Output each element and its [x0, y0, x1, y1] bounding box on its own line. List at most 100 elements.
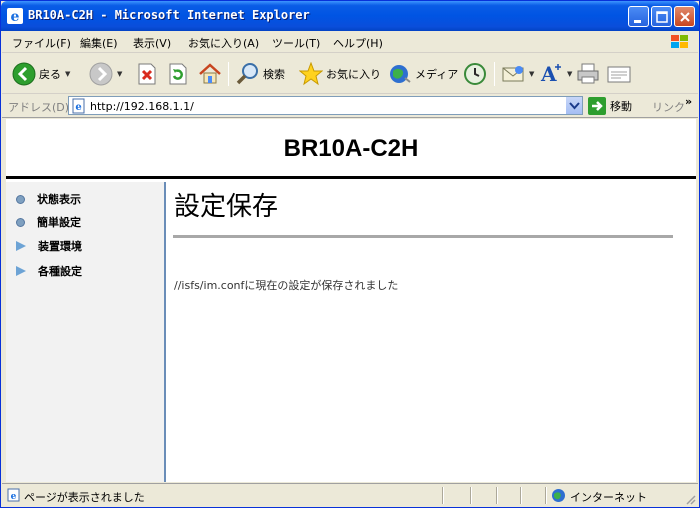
mail-icon — [502, 66, 524, 82]
favorites-button[interactable]: お気に入り — [299, 60, 381, 88]
nav-item-device-environment[interactable]: 装置環境 — [16, 237, 82, 255]
triangle-bullet-icon — [16, 241, 26, 251]
svg-text:e: e — [11, 492, 17, 502]
title-divider — [173, 235, 673, 238]
status-text: ページが表示されました — [24, 491, 145, 504]
stop-button[interactable] — [137, 60, 157, 88]
printer-icon — [577, 63, 599, 84]
circle-bullet-icon — [16, 194, 25, 204]
nav-item-label: 状態表示 — [37, 193, 81, 206]
circle-bullet-icon — [16, 217, 25, 227]
nav-item-label: 簡単設定 — [37, 216, 81, 229]
address-input[interactable]: e http://192.168.1.1/ — [68, 96, 583, 115]
font-size-icon: A — [540, 62, 561, 86]
menu-favorites[interactable]: お気に入り(A) — [188, 35, 259, 51]
close-button[interactable] — [674, 6, 695, 27]
menu-view[interactable]: 表示(V) — [133, 35, 171, 51]
window-title: BR10A-C2H - Microsoft Internet Explorer — [28, 8, 310, 22]
side-navigation: 状態表示 簡単設定 装置環境 各種設定 — [6, 182, 166, 482]
search-button[interactable]: 検索 — [236, 60, 285, 88]
svg-text:e: e — [75, 102, 81, 113]
chevron-right-icon[interactable]: » — [685, 95, 692, 108]
page-header: BR10A-C2H — [6, 119, 696, 179]
address-url: http://192.168.1.1/ — [90, 100, 194, 113]
status-divider — [545, 487, 547, 504]
links-button[interactable]: リンク — [652, 99, 685, 115]
media-icon — [390, 65, 411, 83]
device-title: BR10A-C2H — [283, 135, 419, 162]
home-button[interactable] — [198, 60, 222, 88]
address-label: アドレス(D) — [8, 101, 70, 114]
stop-icon — [138, 63, 156, 85]
page-done-icon: e — [7, 488, 20, 502]
save-message: //isfs/im.confに現在の設定が保存されました — [174, 279, 399, 292]
title-bar[interactable]: e BR10A-C2H - Microsoft Internet Explore… — [1, 1, 699, 31]
media-label: メディア — [415, 68, 459, 81]
globe-icon — [552, 489, 565, 502]
toolbar-separator — [228, 62, 229, 86]
resize-grip-icon[interactable] — [684, 493, 696, 505]
maximize-icon — [656, 11, 668, 23]
svg-text:e: e — [11, 9, 20, 24]
back-label: 戻る — [39, 68, 61, 81]
forward-button[interactable]: ▼ — [89, 60, 122, 88]
svg-text:A: A — [540, 62, 557, 86]
history-button[interactable] — [463, 60, 487, 88]
back-arrow-icon — [12, 62, 36, 86]
edit-page-icon — [607, 66, 631, 83]
minimize-button[interactable] — [628, 6, 649, 27]
ie-icon: e — [7, 8, 23, 24]
nav-item-quick-setup[interactable]: 簡単設定 — [16, 213, 81, 231]
page-content: BR10A-C2H 状態表示 簡単設定 装置環境 各種設定 設定保存 //isf… — [6, 119, 696, 482]
status-divider — [520, 487, 522, 504]
status-divider — [496, 487, 498, 504]
forward-dropdown-icon[interactable]: ▼ — [117, 70, 122, 78]
address-dropdown-button[interactable] — [565, 97, 582, 114]
search-label: 検索 — [263, 68, 285, 81]
status-bar: e ページが表示されました インターネット — [2, 483, 698, 507]
go-button[interactable]: 移動 — [588, 97, 632, 115]
mail-button[interactable]: ▼ — [501, 60, 534, 88]
page-title: 設定保存 — [174, 192, 279, 222]
status-divider — [442, 487, 444, 504]
star-icon — [299, 62, 323, 86]
browser-window: e BR10A-C2H - Microsoft Internet Explore… — [0, 0, 700, 508]
history-icon — [464, 63, 486, 85]
status-divider — [470, 487, 472, 504]
edit-button[interactable] — [607, 60, 631, 88]
menu-help[interactable]: ヘルプ(H) — [333, 35, 383, 51]
nav-item-status[interactable]: 状態表示 — [16, 190, 81, 208]
main-panel: 設定保存 //isfs/im.confに現在の設定が保存されました — [168, 182, 696, 482]
toolbar: 戻る ▼ ▼ 検索 お気に入り メディア ▼ A ▼ — [2, 54, 698, 94]
home-icon — [199, 63, 221, 84]
media-button[interactable]: メディア — [388, 60, 458, 88]
windows-logo-icon — [671, 35, 688, 48]
mail-dropdown-icon[interactable]: ▼ — [529, 70, 534, 78]
menu-file[interactable]: ファイル(F) — [12, 35, 71, 51]
minimize-icon — [634, 20, 641, 23]
menu-bar: ファイル(F) 編集(E) 表示(V) お気に入り(A) ツール(T) ヘルプ(… — [2, 31, 698, 53]
print-button[interactable] — [576, 60, 600, 88]
nav-item-label: 各種設定 — [38, 265, 82, 278]
close-icon — [680, 12, 690, 22]
favorites-label: お気に入り — [326, 68, 381, 81]
forward-arrow-icon — [89, 62, 113, 86]
address-bar: アドレス(D) e http://192.168.1.1/ 移動 リンク » — [2, 94, 698, 118]
back-dropdown-icon[interactable]: ▼ — [65, 70, 70, 78]
nav-item-label: 装置環境 — [38, 240, 82, 253]
refresh-button[interactable] — [168, 60, 188, 88]
refresh-icon — [169, 63, 187, 85]
maximize-button[interactable] — [651, 6, 672, 27]
font-size-button[interactable]: A ▼ — [539, 60, 572, 88]
chevron-down-icon — [569, 102, 580, 110]
search-icon — [236, 63, 258, 85]
nav-item-settings[interactable]: 各種設定 — [16, 262, 82, 280]
triangle-bullet-icon — [16, 266, 26, 276]
back-button[interactable]: 戻る ▼ — [12, 60, 70, 88]
go-arrow-icon — [588, 97, 606, 115]
menu-edit[interactable]: 編集(E) — [80, 35, 118, 51]
go-label: 移動 — [610, 100, 632, 113]
menu-tools[interactable]: ツール(T) — [272, 35, 320, 51]
font-size-dropdown-icon[interactable]: ▼ — [567, 70, 572, 78]
toolbar-separator — [494, 62, 495, 86]
